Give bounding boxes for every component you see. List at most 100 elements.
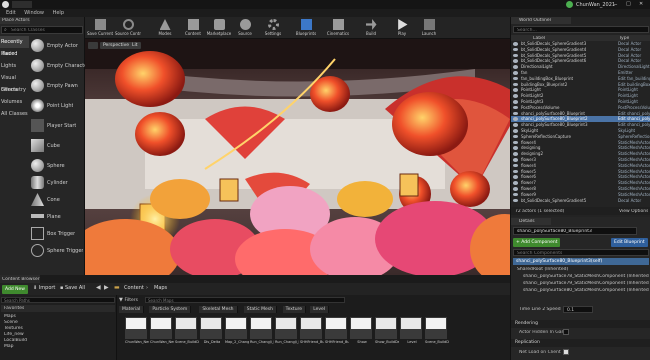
visibility-eye-icon[interactable] xyxy=(513,71,518,75)
asset-tile[interactable]: Level xyxy=(400,317,422,354)
visibility-eye-icon[interactable] xyxy=(513,192,518,197)
outliner-row[interactable]: flower3 StaticMeshActor xyxy=(511,157,650,163)
import-button[interactable]: ⬇ Import xyxy=(33,285,55,291)
category-visual-effects[interactable]: Visual Effects xyxy=(0,72,29,93)
place-empty-actor[interactable]: Empty Actor xyxy=(30,36,84,56)
label-column-header[interactable]: Label xyxy=(533,36,545,41)
visibility-eye-icon[interactable] xyxy=(513,65,518,69)
outliner-row[interactable]: bt_SolidDecals_SphereGradient4 Decal Acto… xyxy=(511,47,650,53)
outliner-row[interactable]: flower5 StaticMeshActor xyxy=(511,169,650,175)
folder-life-new[interactable]: Life_new xyxy=(4,332,24,337)
outliner-row[interactable]: flower9 StaticMeshActor xyxy=(511,192,650,198)
viewport-options-button[interactable] xyxy=(88,42,98,49)
add-new-button[interactable]: Add New xyxy=(2,284,28,294)
net-load-checkbox[interactable] xyxy=(563,349,569,355)
visibility-eye-icon[interactable] xyxy=(513,198,518,203)
component-row[interactable]: SharedRoot (Inherited) xyxy=(517,267,568,272)
content-button[interactable]: Content xyxy=(180,18,206,38)
outliner-row[interactable]: PointLight2 PointLight xyxy=(511,93,650,99)
outliner-row[interactable]: flower4 StaticMeshActor xyxy=(511,163,650,169)
folder-scene[interactable]: Scene xyxy=(4,320,18,325)
component-row[interactable]: shanci_polySurface78_StaticMeshComponent… xyxy=(523,274,649,279)
visibility-eye-icon[interactable] xyxy=(513,152,518,156)
outliner-row[interactable]: designing StaticMeshActor xyxy=(511,145,650,151)
component-row[interactable]: shanci_polySurface79_StaticMeshComponent… xyxy=(523,281,649,286)
menu-window[interactable]: Window xyxy=(24,9,44,17)
paths-search-input[interactable]: Search Paths xyxy=(1,297,115,303)
outliner-row[interactable]: PointLight3 PointLight xyxy=(511,99,650,105)
place-cube[interactable]: Cube xyxy=(30,136,84,156)
outliner-row[interactable]: bt_SolidDecals_SphereGradient6 Decal Acto… xyxy=(511,58,650,64)
visibility-eye-icon[interactable] xyxy=(513,94,518,98)
visibility-eye-icon[interactable] xyxy=(513,59,518,63)
outliner-row[interactable]: PointLight PointLight xyxy=(511,87,650,93)
component-search-input[interactable]: Search Components xyxy=(513,249,649,256)
settings-button[interactable]: Settings xyxy=(260,18,286,38)
visibility-eye-icon[interactable] xyxy=(513,100,518,104)
class-search-input[interactable]: ⌕ Search Classes xyxy=(1,26,83,34)
visibility-eye-icon[interactable] xyxy=(513,140,518,145)
breadcrumb-content[interactable]: Content xyxy=(124,285,144,291)
outliner-row[interactable]: designing2 StaticMeshActor xyxy=(511,151,650,157)
outliner-row[interactable]: SphereReflectionCapture SphereReflectionC… xyxy=(511,134,650,140)
place-empty-pawn[interactable]: Empty Pawn xyxy=(30,76,84,96)
outliner-row[interactable]: DirectionalLight DirectionalLight xyxy=(511,64,650,70)
outliner-row[interactable]: fan Emitter xyxy=(511,70,650,76)
asset-tile[interactable]: SHHFriend_BuildData xyxy=(300,317,324,354)
visibility-eye-icon[interactable] xyxy=(513,181,518,185)
outliner-row[interactable]: bt_SolidDecals_SphereGradient3 Decal Acto… xyxy=(511,41,650,47)
asset-tile[interactable]: Show xyxy=(350,317,372,354)
place-player-start[interactable]: Player Start xyxy=(30,116,84,136)
asset-tile[interactable]: Dis_Delta xyxy=(200,317,222,354)
outliner-search-input[interactable]: Search... xyxy=(513,26,649,33)
visibility-eye-icon[interactable] xyxy=(513,88,518,92)
type-column-header[interactable]: Type xyxy=(619,36,629,41)
minimize-icon[interactable]: ─ xyxy=(614,2,617,8)
component-row[interactable]: shanci_polySurface80_StaticMeshComponent… xyxy=(523,288,649,293)
asset-tile[interactable]: Scene_BuildData xyxy=(175,317,199,354)
outliner-row[interactable]: bt_SolidDecals_SphereGradient5 Decal Acto… xyxy=(511,198,650,203)
outliner-row[interactable]: flower6 StaticMeshActor xyxy=(511,174,650,180)
outliner-row[interactable]: bt_SolidDecals_SphereGradient5 Decal Acto… xyxy=(511,53,650,59)
forward-arrow-icon[interactable]: ▶ xyxy=(104,284,109,291)
visibility-eye-icon[interactable] xyxy=(513,82,518,87)
play-button[interactable]: Play xyxy=(389,18,415,38)
visibility-eye-icon[interactable] xyxy=(513,134,518,139)
save-current-button[interactable]: Save Current xyxy=(87,18,113,38)
object-name-field[interactable]: shanci_polySurface80_Blueprint3 xyxy=(513,227,637,235)
visibility-eye-icon[interactable] xyxy=(513,146,518,150)
folder-map[interactable]: Map xyxy=(4,344,14,349)
category-volumes[interactable]: Volumes xyxy=(0,96,29,108)
outliner-row[interactable]: shanci_polySurface80_Blueprint Edit shanc… xyxy=(511,111,650,117)
visibility-eye-icon[interactable] xyxy=(513,105,518,110)
content-browser-tab[interactable]: Content Browser xyxy=(0,275,40,283)
folder-maps[interactable]: Maps xyxy=(4,314,16,319)
outliner-row[interactable]: fan_buildingBox_Blueprint Edit fan_buildi… xyxy=(511,76,650,82)
component-root-row[interactable]: shanci_polySurface80_Blueprint3(self) xyxy=(513,258,649,265)
folder-textures[interactable]: Textures xyxy=(4,326,23,331)
user-icon[interactable] xyxy=(566,1,573,8)
visibility-eye-icon[interactable] xyxy=(513,123,518,127)
back-arrow-icon[interactable]: ◀ xyxy=(96,284,101,291)
visibility-eye-icon[interactable] xyxy=(513,111,518,116)
outliner-row[interactable]: shanci_polySurface80_Blueprint2 Edit shan… xyxy=(511,116,650,122)
outliner-row[interactable]: flower8 StaticMeshActor xyxy=(511,186,650,192)
level-tab[interactable] xyxy=(12,1,32,8)
place-point-light[interactable]: Point Light xyxy=(30,96,84,116)
outliner-row[interactable]: buildingBox_Blueprint2 Edit buildingBox xyxy=(511,82,650,88)
outliner-row[interactable]: PostProcessVolume PostProcessVolume xyxy=(511,105,650,111)
perspective-button[interactable]: Perspective xyxy=(100,42,133,49)
place-actors-tab[interactable]: Place Actors xyxy=(0,17,30,24)
category-geometry[interactable]: Geometry xyxy=(0,84,29,96)
menu-help[interactable]: Help xyxy=(53,9,64,17)
modes-button[interactable]: Modes xyxy=(152,18,178,38)
save-all-button[interactable]: ▪ Save All xyxy=(60,285,85,291)
source-button[interactable]: Source xyxy=(232,18,258,38)
visibility-eye-icon[interactable] xyxy=(513,163,518,168)
replication-section[interactable]: Replication xyxy=(511,339,650,347)
asset-tile[interactable]: Run_ChangJi_BuildData xyxy=(275,317,299,354)
outliner-row[interactable]: flower7 StaticMeshActor xyxy=(511,180,650,186)
actor-hidden-checkbox[interactable] xyxy=(563,329,569,335)
level-viewport[interactable]: Perspective Lit xyxy=(85,39,510,275)
visibility-eye-icon[interactable] xyxy=(513,187,518,191)
